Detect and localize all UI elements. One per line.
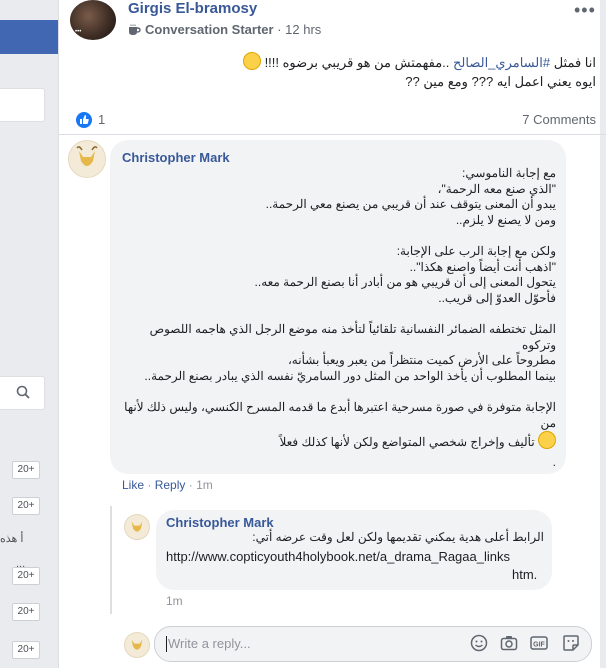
comment-line: الإجابة متوفرة في صورة مسرحية اعتبرها أب… <box>124 399 556 430</box>
comment-line-text: تأليف وإخراج شخصي المتواضع ولكن لأنها كذ… <box>279 435 535 450</box>
comment-time[interactable]: 1m <box>196 478 213 492</box>
text-caret <box>166 636 167 652</box>
comments-count[interactable]: 7 Comments <box>522 112 596 127</box>
sticker-icon[interactable] <box>562 634 580 652</box>
like-link[interactable]: Like <box>122 478 144 492</box>
comment-line <box>122 384 556 400</box>
more-options-icon[interactable]: ••• <box>574 0 596 21</box>
sidebar-header-bar <box>0 20 58 54</box>
reply-avatar[interactable] <box>124 514 150 540</box>
comment-line: المثل تختطفه الضمائر النفسانية تلقائياً … <box>149 321 556 352</box>
count-badge: 20+ <box>12 497 40 515</box>
post-text-line1: انا فمثل #السامري_الصالح ..مفهمتش من هو … <box>242 52 596 71</box>
post-text: ..مفهمتش من هو قريبي برضوه !!!! <box>260 55 454 70</box>
comment-line: ولكن مع إجابة الرب على الإجابة: <box>396 243 556 258</box>
goat-avatar-icon <box>76 146 98 166</box>
conversation-starter-badge: Conversation Starter <box>145 22 274 37</box>
reply-thread-line <box>110 506 112 614</box>
left-sidebar: 20+ 20+ أ هذه ... 20+ 20+ 20+ <box>0 0 58 668</box>
comment-line: مع إجابة الناموسي: <box>462 166 556 180</box>
post-time[interactable]: 12 hrs <box>285 22 321 37</box>
comment-actions: Like · Reply · 1m <box>122 478 213 492</box>
post-stats-bar: 1 7 Comments <box>58 104 606 135</box>
comment-line: "الذي صنع معه الرحمة"، <box>437 181 556 196</box>
right-edge <box>600 0 606 668</box>
count-badge: 20+ <box>12 641 40 659</box>
emoji-icon[interactable] <box>470 634 488 652</box>
commenter-avatar[interactable] <box>68 140 106 178</box>
post-text-line2: ايوه يعني اعمل ايه ??? ومع مين ?? <box>405 74 596 89</box>
comment-line: ومن لا يصنع لا يلزم.. <box>455 212 556 227</box>
comment-line: فأحوّل العدوّ إلى قريب.. <box>438 290 556 305</box>
comment-line-with-emoji: تأليف وإخراج شخصي المتواضع ولكن لأنها كذ… <box>122 431 556 451</box>
comment-line: يتحول المعنى إلى أن قريبي هو من أبادر أن… <box>254 275 556 290</box>
confused-emoji-icon <box>242 52 261 70</box>
reply-link-url-end[interactable]: htm. <box>512 567 537 582</box>
count-badge: 20+ <box>12 567 40 585</box>
comment-line <box>122 228 556 244</box>
camera-icon[interactable] <box>500 634 518 652</box>
reply-author-name[interactable]: Christopher Mark <box>166 515 274 530</box>
comment-line: يبدو أن المعنى يتوقف عند أن قريبي من يصن… <box>265 197 556 212</box>
reply-link-url[interactable]: http://www.copticyouth4holybook.net/a_dr… <box>166 549 510 564</box>
like-count[interactable]: 1 <box>98 112 105 127</box>
reply-time[interactable]: 1m <box>166 594 183 608</box>
reply-text: الرابط أعلى هدية يمكني تقديمها ولكن لعل … <box>252 530 544 544</box>
avatar-watermark: ••• <box>75 29 82 35</box>
poster-avatar[interactable]: ••• <box>70 0 116 40</box>
comment-line <box>122 306 556 322</box>
post-text: انا فمثل <box>550 55 596 70</box>
poster-name[interactable]: Girgis El-bramosy <box>128 0 257 17</box>
sidebar-box[interactable] <box>0 88 45 122</box>
goat-avatar-icon <box>131 639 143 650</box>
comment-body: مع إجابة الناموسي: "الذي صنع معه الرحمة"… <box>122 166 556 483</box>
reply-link[interactable]: Reply <box>155 478 186 492</box>
like-reaction-icon[interactable] <box>76 112 92 128</box>
poster-meta: Conversation Starter · 12 hrs <box>128 22 321 37</box>
svg-text:GIF: GIF <box>533 642 545 649</box>
reply-placeholder: Write a reply... <box>168 636 251 651</box>
search-icon <box>16 385 30 399</box>
hashtag-link[interactable]: #السامري_الصالح <box>453 55 550 70</box>
smile-emoji-icon <box>538 431 556 450</box>
count-badge: 20+ <box>12 603 40 621</box>
gif-icon[interactable]: GIF <box>530 634 548 652</box>
coffee-cup-icon <box>129 24 141 35</box>
comment-line: بينما المطلوب أن يأخذ الواحد من المثل دو… <box>144 368 556 383</box>
current-user-avatar <box>124 632 150 658</box>
separator-dot: · <box>277 22 286 37</box>
comment-line: "اذهب أنت أيضاً واصنع هكذا".. <box>409 259 556 274</box>
goat-avatar-icon <box>131 521 143 532</box>
sidebar-search-button[interactable] <box>0 376 45 410</box>
commenter-name[interactable]: Christopher Mark <box>122 150 230 165</box>
comment-line: مطروحاً على الأرض كميت منتظراً من يعبر و… <box>287 353 556 368</box>
sidebar-text-fragment[interactable]: أ هذه <box>0 532 23 545</box>
count-badge: 20+ <box>12 461 40 479</box>
